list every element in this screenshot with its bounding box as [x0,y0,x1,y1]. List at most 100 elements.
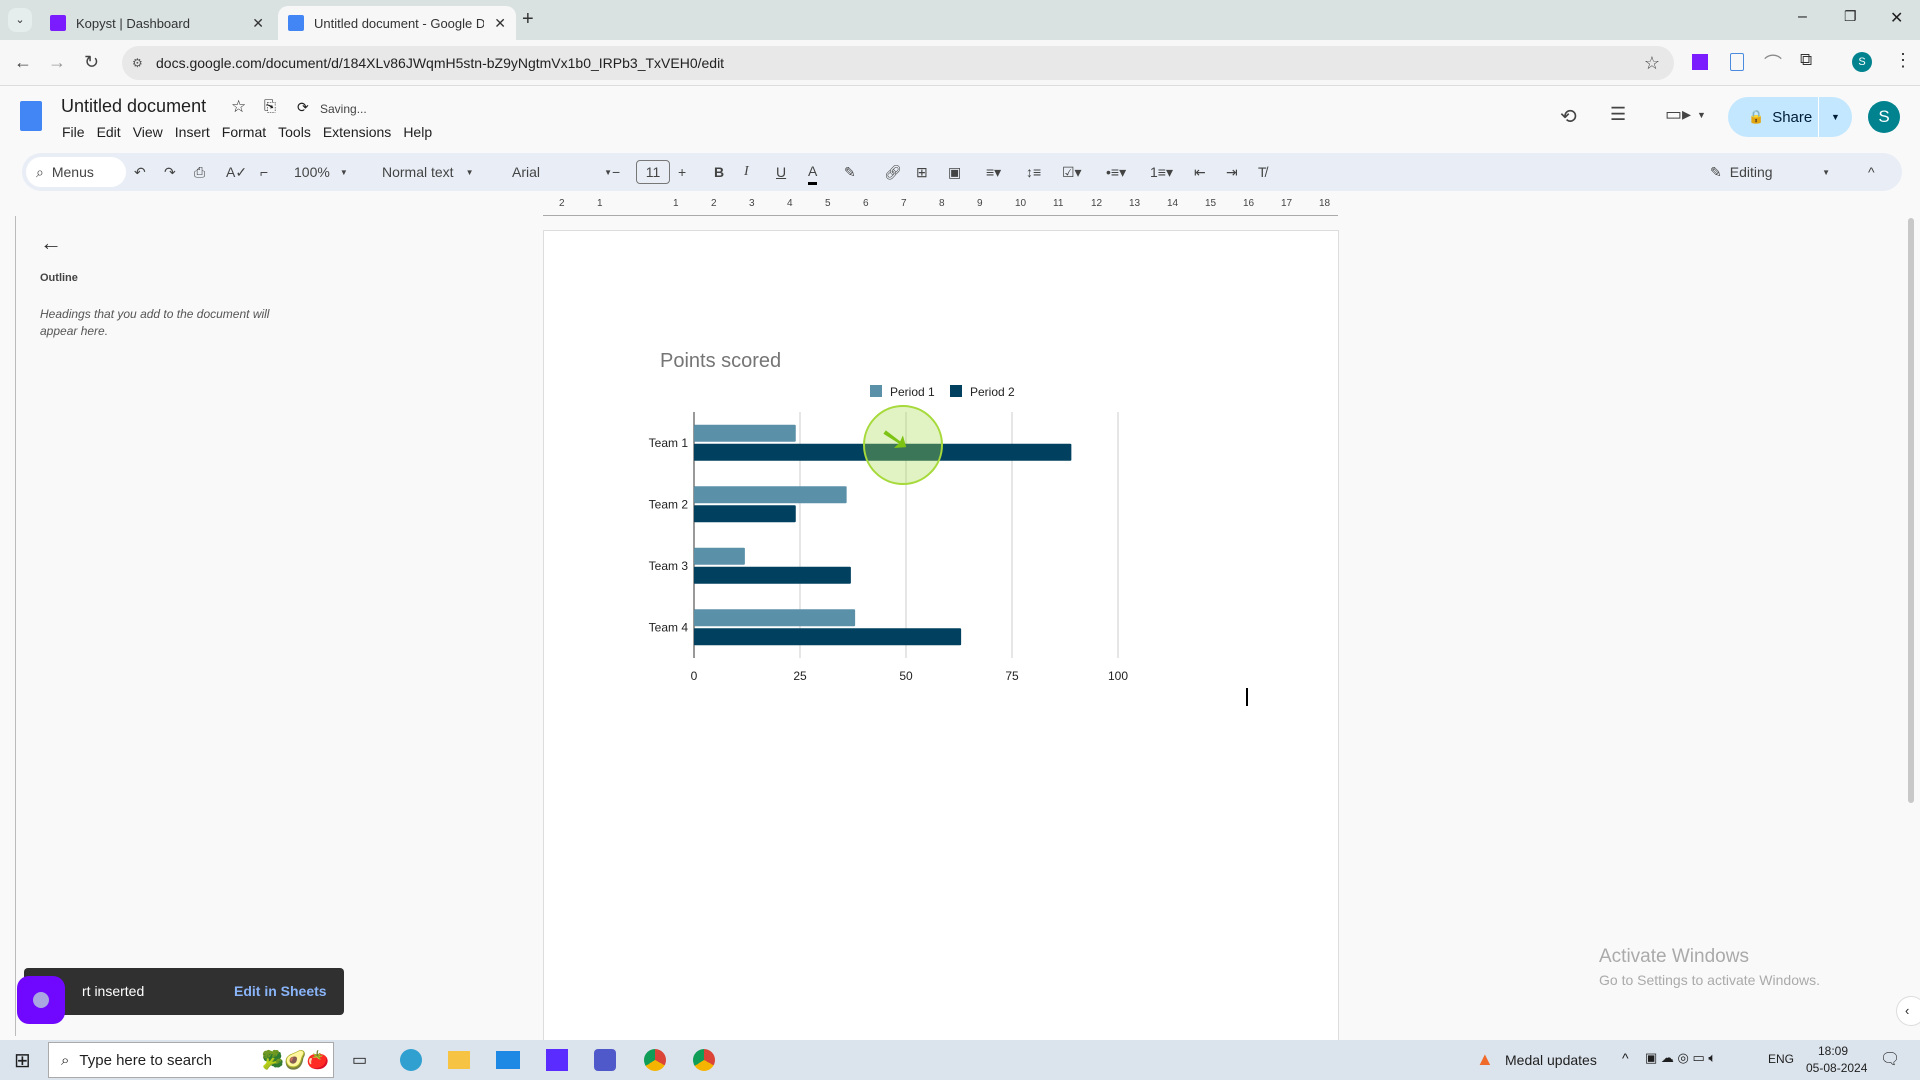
insert-image-icon[interactable]: ▣ [948,153,961,191]
bold-button[interactable]: B [714,153,724,191]
recorder-widget[interactable] [17,976,65,1024]
tray-icons[interactable]: ▣ ☁ ◎ ▭ 🔈︎ [1645,1050,1716,1066]
font-select[interactable]: Arial ▼ [512,153,612,191]
close-window-button[interactable]: ✕ [1890,8,1903,28]
tab-search-button[interactable]: ⌄ [8,8,32,32]
extensions-puzzle-icon[interactable]: ⧉ [1800,50,1812,70]
font-size-input[interactable]: 11 [636,160,670,184]
chart[interactable]: Points scored Period 1 Period 2 0 25 50 75 100 T… [640,340,1280,720]
undo-icon[interactable]: ↶ [134,153,146,191]
clock-date[interactable]: 05-08-2024 [1806,1061,1867,1075]
new-tab-button[interactable]: + [522,8,534,31]
move-folder-icon[interactable]: ⎘ [264,98,276,115]
ruler-tick: 11 [1053,198,1064,209]
account-avatar[interactable]: S [1868,101,1900,133]
editing-mode-select[interactable]: ✎ Editing ▼ [1710,153,1830,191]
paint-format-icon[interactable]: ⌐ [260,153,268,191]
meet-icon[interactable]: ▭▸ [1665,104,1691,125]
chrome-profile-a-icon[interactable] [644,1049,666,1071]
tab-google-docs[interactable]: Untitled document - Google Do ✕ [278,6,516,40]
share-dropdown-icon[interactable]: ▼ [1818,97,1852,137]
menu-extensions[interactable]: Extensions [323,124,391,140]
chrome-profile-s-icon[interactable] [693,1049,715,1071]
collapse-toolbar-icon[interactable]: ^ [1868,153,1875,191]
print-icon[interactable]: ⎙ [194,153,205,191]
kopyst-taskbar-icon[interactable] [546,1049,568,1071]
checklist-icon[interactable]: ☑▾ [1062,153,1082,191]
decrease-indent-icon[interactable]: ⇤ [1194,153,1206,191]
medal-updates-label[interactable]: Medal updates [1505,1052,1597,1068]
comments-icon[interactable]: ☰ [1610,104,1626,125]
profile-avatar[interactable]: S [1852,52,1872,72]
ruler-tick: 10 [1015,198,1027,209]
underline-button[interactable]: U [776,153,786,191]
vertical-ruler[interactable] [0,216,16,1036]
restore-button[interactable]: ❐ [1844,8,1857,25]
language-indicator[interactable]: ENG [1768,1052,1794,1066]
redo-icon[interactable]: ↷ [164,153,176,191]
menu-help[interactable]: Help [403,124,432,140]
insert-link-icon[interactable]: 🔗︎ [884,153,902,191]
menu-edit[interactable]: Edit [97,124,121,140]
menu-tools[interactable]: Tools [278,124,311,140]
windows-start-icon[interactable]: ⊞ [14,1048,31,1073]
bulleted-list-icon[interactable]: •≡▾ [1106,153,1126,191]
vertical-scrollbar[interactable] [1908,218,1914,803]
tab-kopyst[interactable]: Kopyst | Dashboard ✕ [40,6,274,40]
url-input[interactable]: ⚙ docs.google.com/document/d/184XLv86JWq… [122,46,1674,80]
line-spacing-icon[interactable]: ↕≡ [1026,153,1041,191]
italic-button[interactable]: I [744,153,749,191]
menu-format[interactable]: Format [222,124,266,140]
menu-insert[interactable]: Insert [175,124,210,140]
share-button[interactable]: 🔒 Share ▼ [1728,97,1852,137]
decrease-font-size-button[interactable]: − [612,153,620,191]
edge-icon[interactable] [400,1049,422,1071]
medal-icon[interactable]: ▲ [1476,1049,1494,1070]
bar-period-1 [694,486,847,504]
bookmark-star-icon[interactable]: ☆ [1644,53,1660,74]
side-panel-toggle[interactable]: ‹ [1896,996,1920,1026]
mail-icon[interactable] [496,1051,520,1069]
highlight-icon[interactable]: ✎ [844,153,856,191]
document-title[interactable]: Untitled document [61,96,206,117]
file-explorer-icon[interactable] [448,1051,470,1069]
edit-in-sheets-button[interactable]: Edit in Sheets [234,983,327,999]
tray-expand-icon[interactable]: ^ [1622,1050,1629,1066]
close-outline-icon[interactable]: ← [40,230,62,256]
notification-center-icon[interactable]: 🗨︎ [1880,1049,1900,1069]
add-comment-icon[interactable]: ⊞ [916,153,928,191]
clock-time[interactable]: 18:09 [1818,1044,1848,1058]
meet-dropdown-icon[interactable]: ▼ [1697,110,1706,120]
increase-font-size-button[interactable]: + [678,153,686,191]
close-tab-icon[interactable]: ✕ [252,15,264,32]
align-icon[interactable]: ≡▾ [986,153,1001,191]
task-view-icon[interactable]: ▭ [352,1050,367,1070]
chrome-menu-icon[interactable]: ⋮ [1894,50,1912,71]
taskbar-search-input[interactable]: ⌕ Type here to search 🥦🥑🍅 [48,1042,334,1078]
reload-icon[interactable]: ↻ [84,52,99,73]
clear-formatting-icon[interactable]: T̸ [1258,153,1267,191]
spellcheck-icon[interactable]: A✓ [226,153,247,191]
forward-icon[interactable]: → [48,52,66,73]
menu-file[interactable]: File [62,124,85,140]
numbered-list-icon[interactable]: 1≡▾ [1150,153,1173,191]
minimize-button[interactable]: – [1798,8,1807,26]
docs-logo-icon[interactable] [20,101,42,131]
site-info-icon[interactable]: ⚙ [132,56,143,70]
horizontal-ruler[interactable]: 2 1 1 2 3 4 5 6 7 8 9 10 11 12 13 14 15 16 17 18 [543,198,1338,216]
zoom-select[interactable]: 100% ▼ [294,153,348,191]
close-tab-icon[interactable]: ✕ [494,15,506,32]
teams-icon[interactable] [594,1049,616,1071]
version-history-icon[interactable]: ⟲ [1560,104,1577,129]
menu-view[interactable]: View [133,124,163,140]
kopyst-extension-icon[interactable] [1692,54,1708,70]
search-menus-button[interactable]: ⌕ Menus [26,157,126,187]
arc-extension-icon[interactable]: ⌒ [1764,50,1782,76]
text-color-button[interactable]: A [808,159,818,185]
paragraph-style-select[interactable]: Normal text ▼ [382,153,474,191]
star-icon[interactable]: ☆ [231,97,246,117]
extension-icon[interactable] [1730,53,1744,71]
increase-indent-icon[interactable]: ⇥ [1226,153,1238,191]
x-tick-label: 50 [899,669,913,683]
back-icon[interactable]: ← [14,52,32,73]
